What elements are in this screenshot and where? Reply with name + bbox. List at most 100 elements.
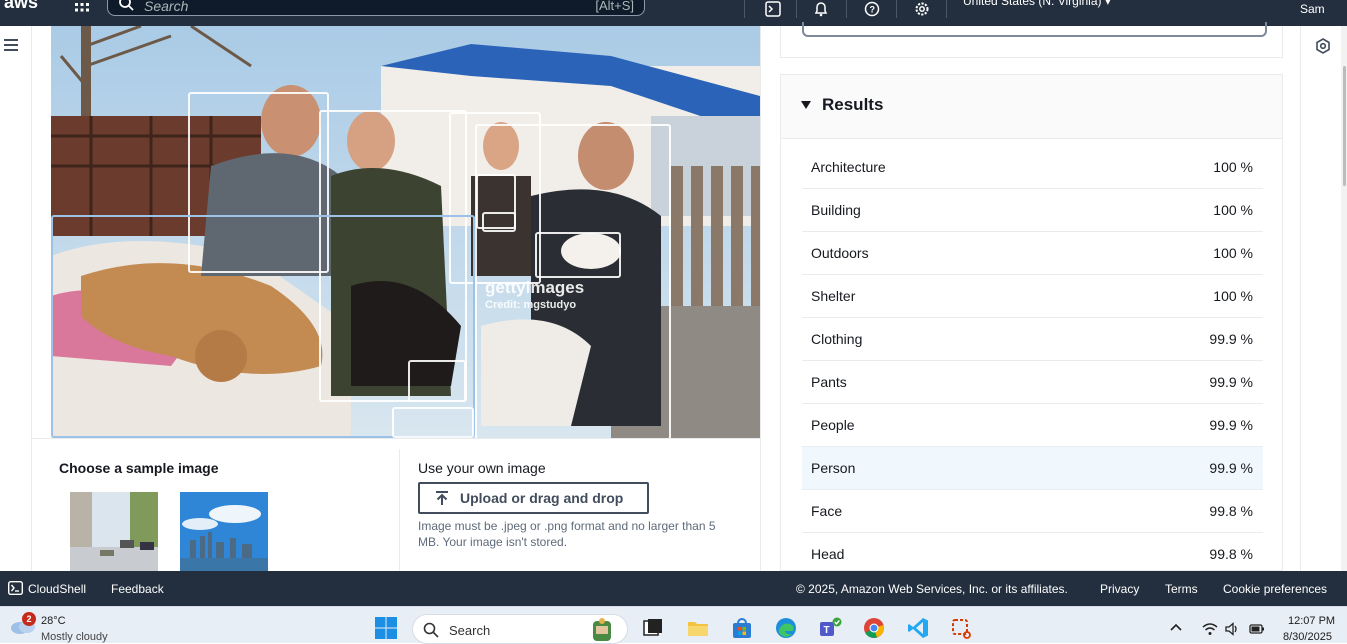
filter-input[interactable]: [802, 22, 1267, 37]
scrollbar-thumb[interactable]: [1343, 66, 1346, 186]
detection-box[interactable]: [392, 407, 474, 438]
upload-hint: Image must be .jpeg or .png format and n…: [418, 519, 716, 549]
skyline-thumbnail: [180, 492, 268, 572]
upload-icon: [436, 491, 448, 505]
results-header[interactable]: Results: [781, 75, 1282, 139]
services-grid-icon[interactable]: [74, 2, 90, 18]
search-placeholder: Search: [144, 0, 189, 14]
terms-link[interactable]: Terms: [1165, 582, 1198, 596]
result-row[interactable]: People 99.9 %: [802, 404, 1263, 447]
wifi-icon[interactable]: [1202, 622, 1218, 636]
gear-icon[interactable]: [914, 1, 930, 17]
sample-image-skyline[interactable]: [180, 492, 268, 572]
aws-logo[interactable]: aws: [4, 0, 38, 13]
result-confidence: 100 %: [1213, 202, 1253, 218]
result-confidence: 99.9 %: [1209, 374, 1253, 390]
feedback-link[interactable]: Feedback: [111, 582, 164, 596]
clock-date[interactable]: 8/30/2025: [1283, 631, 1332, 643]
result-row[interactable]: Face 99.8 %: [802, 490, 1263, 533]
detection-box[interactable]: [408, 360, 466, 402]
taskbar-search-label: Search: [449, 623, 491, 638]
analyzed-image: gettyimages Credit: mgstudyo: [51, 26, 760, 438]
weather-temperature[interactable]: 28°C: [41, 615, 66, 627]
chrome-icon[interactable]: [862, 616, 886, 640]
task-view-icon[interactable]: [641, 616, 665, 640]
result-label: Person: [811, 460, 856, 476]
upload-button-label: Upload or drag and drop: [460, 490, 624, 506]
result-confidence: 99.8 %: [1209, 503, 1253, 519]
svg-text:T: T: [824, 625, 830, 636]
detection-box[interactable]: [482, 212, 516, 232]
search-shortcut: [Alt+S]: [595, 0, 634, 13]
snipping-tool-icon[interactable]: [950, 616, 974, 640]
battery-icon[interactable]: [1249, 622, 1265, 636]
sample-image-street[interactable]: [70, 492, 158, 572]
region-selector[interactable]: United States (N. Virginia) ▾: [963, 0, 1111, 8]
search-highlight-icon: [593, 618, 611, 641]
detection-box[interactable]: [535, 232, 621, 278]
result-label: Outdoors: [811, 245, 869, 261]
windows-taskbar: 2 28°C Mostly cloudy Search T 12:07 PM 8…: [0, 606, 1347, 644]
right-rail: [1300, 26, 1347, 571]
volume-icon[interactable]: [1225, 622, 1241, 636]
teams-icon[interactable]: T: [818, 616, 842, 640]
result-confidence: 100 %: [1213, 245, 1253, 261]
page-scrollbar[interactable]: [1341, 26, 1347, 571]
help-icon[interactable]: ?: [864, 1, 880, 17]
result-row[interactable]: Architecture 100 %: [802, 146, 1263, 189]
result-row[interactable]: Head 99.8 %: [802, 533, 1263, 576]
result-confidence: 99.9 %: [1209, 331, 1253, 347]
hexagon-settings-icon[interactable]: [1315, 38, 1331, 54]
divider: [796, 0, 797, 18]
street-thumbnail: [70, 492, 158, 572]
divider: [896, 0, 897, 18]
cloudshell-link[interactable]: CloudShell: [28, 582, 86, 596]
microsoft-store-icon[interactable]: [730, 616, 754, 640]
hamburger-menu-icon[interactable]: [4, 39, 18, 51]
result-confidence: 99.8 %: [1209, 546, 1253, 562]
result-row[interactable]: Building 100 %: [802, 189, 1263, 232]
result-row[interactable]: Outdoors 100 %: [802, 232, 1263, 275]
result-row[interactable]: Pants 99.9 %: [802, 361, 1263, 404]
result-label: Clothing: [811, 331, 863, 347]
result-confidence: 99.9 %: [1209, 417, 1253, 433]
results-title: Results: [822, 95, 884, 114]
result-confidence: 100 %: [1213, 288, 1253, 304]
watermark: gettyimages Credit: mgstudyo: [485, 278, 584, 311]
windows-start-icon[interactable]: [374, 616, 398, 640]
copyright-text: © 2025, Amazon Web Services, Inc. or its…: [796, 582, 1068, 596]
result-row[interactable]: Shelter 100 %: [802, 275, 1263, 318]
svg-text:?: ?: [870, 5, 876, 15]
result-label: Shelter: [811, 288, 856, 304]
search-input[interactable]: Search [Alt+S]: [107, 0, 645, 16]
result-row[interactable]: Clothing 99.9 %: [802, 318, 1263, 361]
privacy-link[interactable]: Privacy: [1100, 582, 1139, 596]
vscode-icon[interactable]: [906, 616, 930, 640]
chevron-up-icon[interactable]: [1170, 622, 1182, 632]
divider: [946, 0, 947, 18]
upload-button[interactable]: Upload or drag and drop: [418, 482, 649, 514]
result-label: Head: [811, 546, 845, 562]
taskbar-search[interactable]: Search: [412, 614, 628, 644]
image-source-area: Choose a sample image Use your own image…: [31, 438, 761, 572]
detection-box-selected[interactable]: [51, 215, 475, 438]
bell-icon[interactable]: [813, 1, 829, 17]
result-confidence: 100 %: [1213, 159, 1253, 175]
notification-badge: 2: [22, 612, 36, 626]
cookie-preferences-link[interactable]: Cookie preferences: [1223, 582, 1327, 596]
result-confidence: 99.9 %: [1209, 460, 1253, 476]
results-panel: Results Architecture 100 % Building 100 …: [780, 74, 1283, 576]
divider: [744, 0, 745, 18]
file-explorer-icon[interactable]: [686, 616, 710, 640]
watermark-brand: gettyimages: [485, 278, 585, 297]
divider: [399, 449, 400, 572]
result-row-highlighted[interactable]: Person 99.9 %: [802, 447, 1263, 490]
cloudshell-nav-icon[interactable]: [765, 1, 781, 17]
account-menu[interactable]: Sam: [1300, 2, 1325, 16]
edge-browser-icon[interactable]: [774, 616, 798, 640]
clock-time[interactable]: 12:07 PM: [1288, 615, 1335, 627]
caret-down-icon: [801, 101, 811, 109]
result-label: Building: [811, 202, 861, 218]
weather-condition[interactable]: Mostly cloudy: [41, 631, 108, 643]
search-icon: [119, 0, 134, 11]
